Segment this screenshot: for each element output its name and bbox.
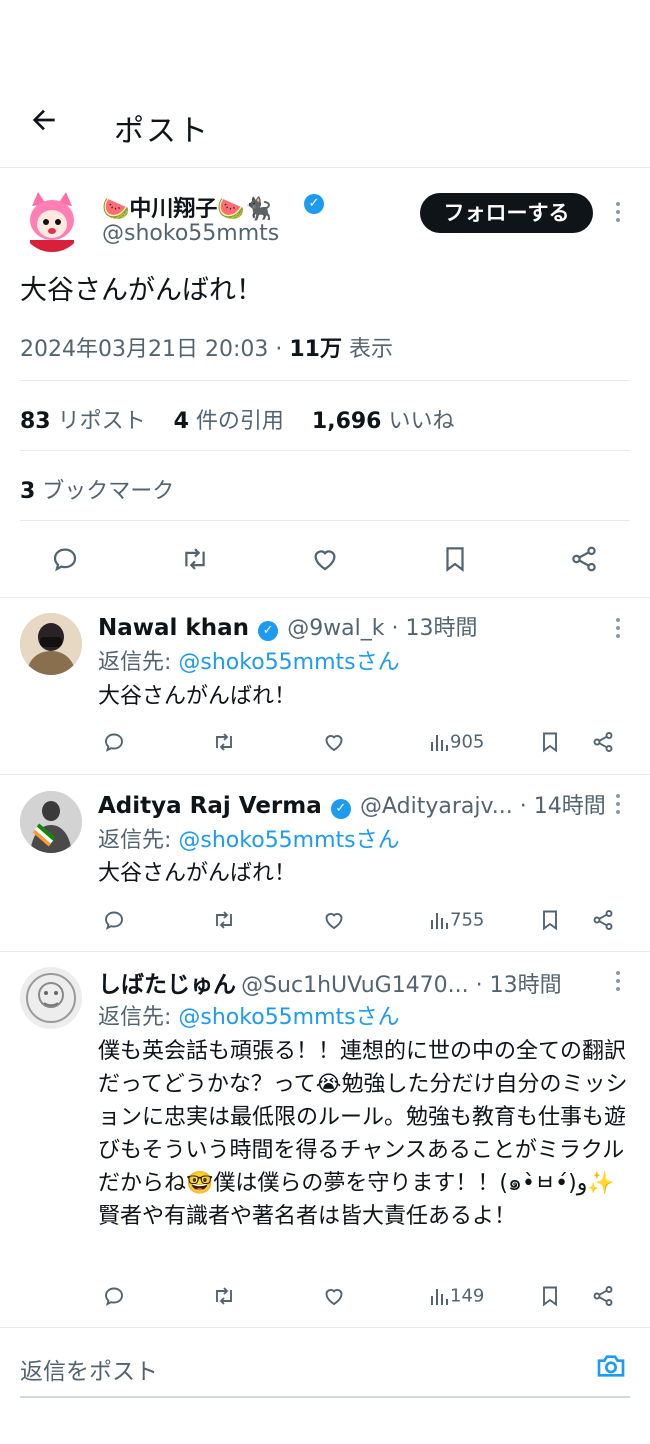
repost-icon[interactable] — [179, 544, 211, 574]
post-text: 大谷さんがんばれ！ — [20, 275, 263, 306]
like-icon[interactable] — [310, 544, 340, 574]
reply-to: 返信先: @shoko55mmtsさん — [98, 822, 400, 854]
like-icon[interactable] — [322, 730, 346, 754]
bookmark-icon[interactable] — [538, 730, 562, 754]
views-count: 149 — [450, 1285, 485, 1307]
reply-to-prefix: 返信先: — [98, 1005, 179, 1030]
like-icon[interactable] — [322, 908, 346, 932]
verified-badge-icon: ✓ — [330, 798, 351, 819]
post-timestamp: 2024年03月21日 20:03 · 11万 表示 — [20, 331, 393, 363]
repost-icon[interactable] — [211, 1284, 237, 1308]
more-options-icon[interactable] — [608, 790, 628, 822]
author-handle[interactable]: @shoko55mmts — [102, 221, 279, 246]
verified-badge-icon: ✓ — [258, 620, 279, 641]
quote-label: 件の引用 — [188, 409, 284, 434]
view-label: 表示 — [341, 337, 393, 362]
views-stat[interactable]: 755 — [428, 909, 484, 931]
reply-to-prefix: 返信先: — [98, 650, 179, 675]
reply-text: 大谷さんがんばれ！ — [98, 861, 297, 886]
reply-header: Nawal khan ✓ @9wal_k · 13時間 — [98, 610, 478, 642]
reply-icon[interactable] — [102, 908, 126, 932]
quote-stat[interactable]: 4 件の引用 — [174, 409, 284, 434]
like-stat[interactable]: 1,696 いいね — [312, 409, 455, 434]
views-chart-icon — [431, 735, 448, 751]
repost-icon[interactable] — [211, 730, 237, 754]
bookmark-count: 3 — [20, 479, 36, 504]
share-icon[interactable] — [591, 1284, 615, 1308]
bookmark-icon[interactable] — [538, 908, 562, 932]
more-options-icon[interactable] — [608, 198, 628, 232]
reply-icon[interactable] — [102, 1284, 126, 1308]
reply-icon[interactable] — [102, 730, 126, 754]
reply-composer-input[interactable]: 返信をポスト — [20, 1352, 158, 1386]
repost-count: 83 — [20, 409, 51, 434]
reply-avatar[interactable] — [20, 791, 82, 853]
quote-count: 4 — [173, 409, 189, 434]
reply-to-link[interactable]: @shoko55mmtsさん — [178, 828, 399, 853]
repost-icon[interactable] — [211, 908, 237, 932]
share-icon[interactable] — [591, 908, 615, 932]
reply-to: 返信先: @shoko55mmtsさん — [98, 644, 400, 676]
reply-header: Aditya Raj Verma ✓ @Adityarajv... · 14時間 — [98, 788, 606, 820]
like-label: いいね — [381, 409, 455, 434]
reply-header: しばたじゅん @Suc1hUVuG1470... · 13時間 — [98, 965, 562, 999]
more-options-icon[interactable] — [608, 967, 628, 999]
reply-meta: @Suc1hUVuG1470... · 13時間 — [241, 973, 562, 998]
bookmark-icon[interactable] — [538, 1284, 562, 1308]
like-icon[interactable] — [322, 1284, 346, 1308]
reply-author-name[interactable]: Nawal khan — [98, 615, 249, 641]
follow-button[interactable]: フォローする — [420, 193, 593, 233]
camera-icon[interactable] — [595, 1350, 627, 1386]
share-icon[interactable] — [569, 544, 599, 574]
bookmark-icon[interactable] — [440, 544, 470, 574]
views-count: 755 — [450, 909, 485, 931]
author-avatar[interactable] — [20, 188, 84, 252]
repost-label: リポスト — [50, 409, 146, 434]
reply-to-link[interactable]: @shoko55mmtsさん — [178, 650, 399, 675]
views-stat[interactable]: 149 — [428, 1285, 484, 1307]
reply-author-name[interactable]: Aditya Raj Verma — [98, 793, 322, 819]
author-name[interactable]: 🍉中川翔子🍉🐈‍⬛ — [102, 191, 272, 223]
reply-icon[interactable] — [50, 544, 80, 574]
reply-text: 大谷さんがんばれ！ — [98, 684, 297, 709]
engagement-stats: 83 リポスト 4 件の引用 1,696 いいね — [20, 403, 455, 435]
views-count: 905 — [450, 731, 485, 753]
back-arrow-icon[interactable] — [28, 104, 60, 144]
reply-to-link[interactable]: @shoko55mmtsさん — [178, 1005, 399, 1030]
bookmark-label: ブックマーク — [35, 479, 175, 504]
views-chart-icon — [431, 913, 448, 929]
reply-text: 僕も英会話も頑張る！！連想的に世の中の全ての翻訳だってどうかな？って😭勉強した分… — [98, 1039, 628, 1229]
reply-to: 返信先: @shoko55mmtsさん — [98, 999, 400, 1031]
reply-to-prefix: 返信先: — [98, 828, 179, 853]
reply-author-name[interactable]: しばたじゅん — [98, 972, 236, 998]
like-count: 1,696 — [311, 409, 382, 434]
share-icon[interactable] — [591, 730, 615, 754]
composer-underline — [20, 1396, 630, 1398]
verified-badge-icon: ✓ — [304, 194, 324, 214]
reply-avatar[interactable] — [20, 613, 82, 675]
bookmark-stat[interactable]: 3 ブックマーク — [20, 473, 174, 505]
page-title: ポスト — [114, 114, 210, 149]
view-count: 11万 — [289, 337, 342, 362]
reply-meta: @Adityarajv... · 14時間 — [359, 794, 606, 819]
post-datetime: 2024年03月21日 20:03 · — [20, 337, 290, 362]
views-chart-icon — [431, 1289, 448, 1305]
reply-meta: @9wal_k · 13時間 — [287, 616, 478, 641]
reply-avatar[interactable] — [20, 967, 82, 1029]
more-options-icon[interactable] — [608, 614, 628, 646]
repost-stat[interactable]: 83 リポスト — [20, 409, 146, 434]
views-stat[interactable]: 905 — [428, 731, 484, 753]
